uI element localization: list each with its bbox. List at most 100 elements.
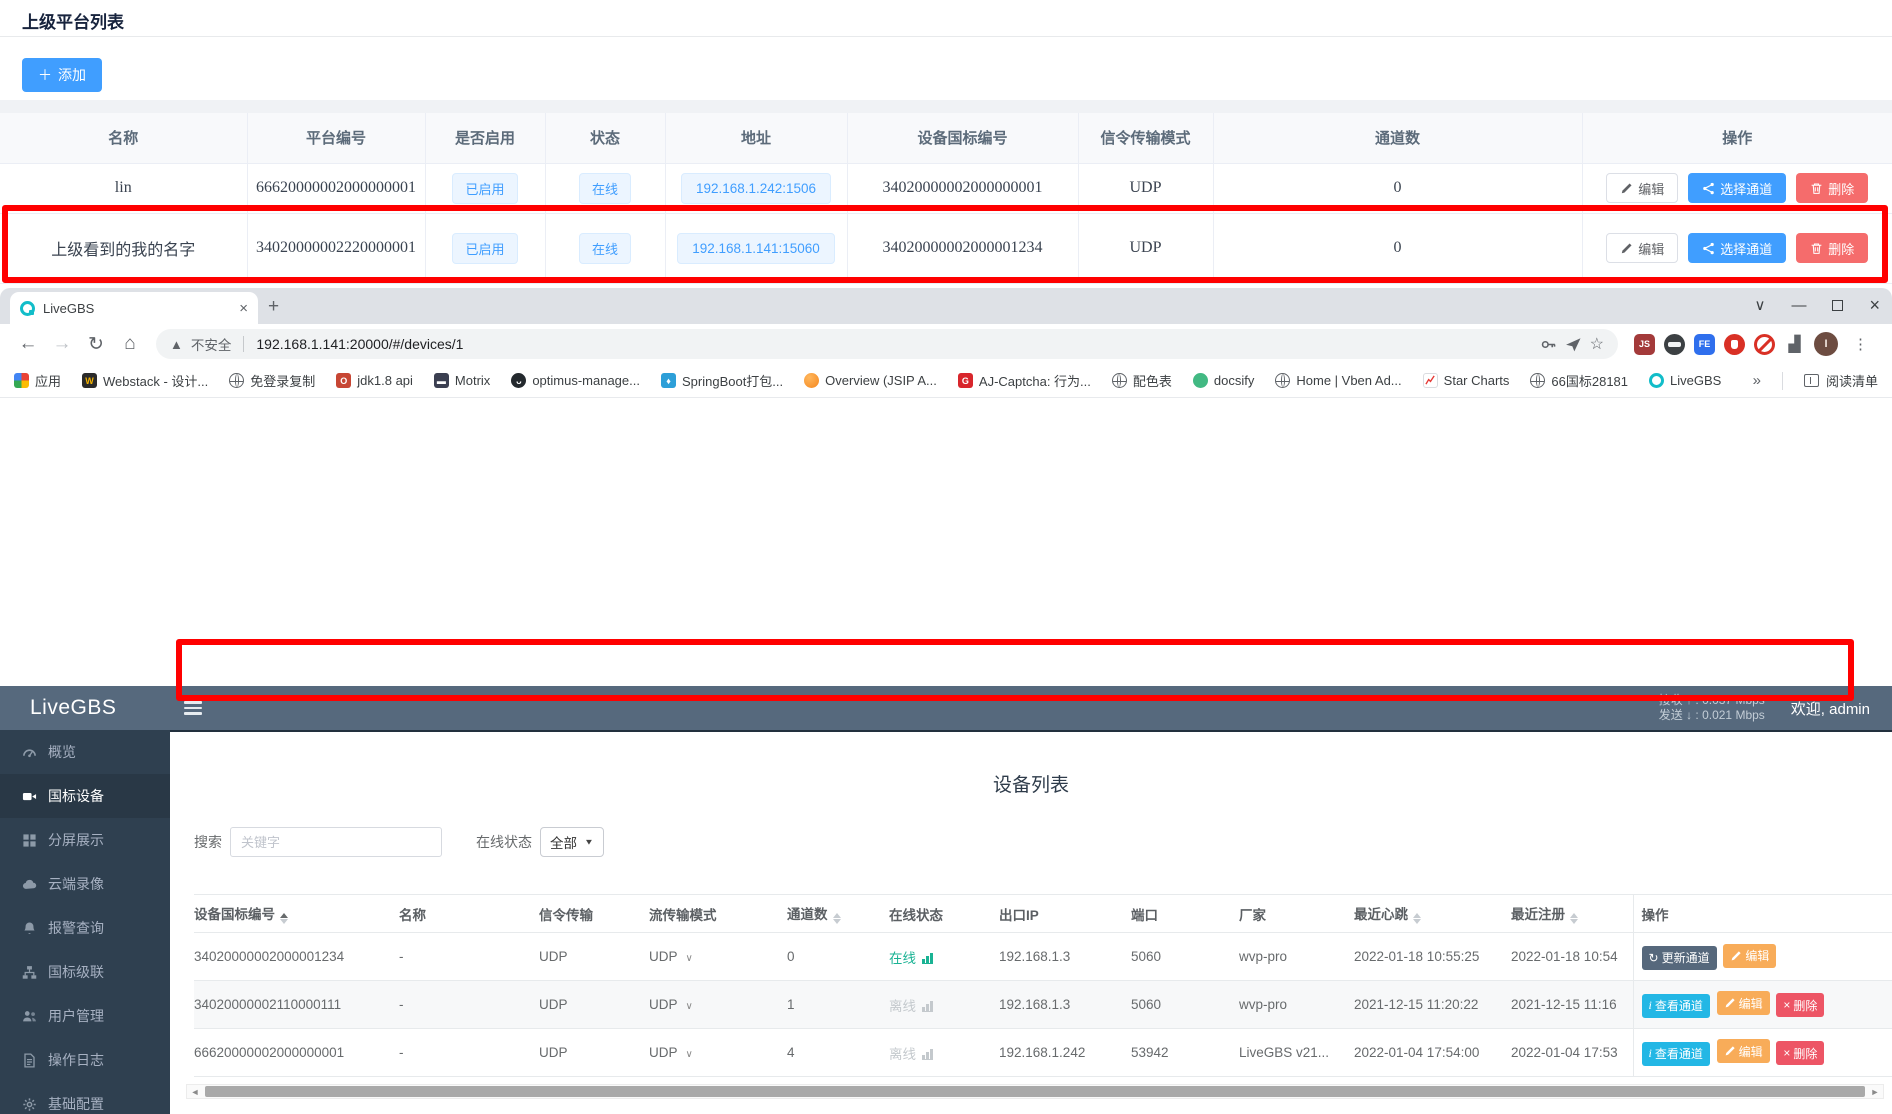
bookmark-apps[interactable]: 应用 — [14, 371, 61, 390]
bookmarks-overflow-chevron[interactable]: » — [1753, 372, 1761, 389]
edit-button[interactable]: 编辑 — [1606, 173, 1678, 203]
edit-button[interactable]: 编辑 — [1717, 991, 1770, 1015]
delete-button[interactable]: 删除 — [1796, 173, 1868, 203]
bookmark-star-charts[interactable]: Star Charts — [1423, 373, 1510, 388]
edit-button[interactable]: 编辑 — [1606, 233, 1678, 263]
bookmark-color-table[interactable]: 配色表 — [1112, 371, 1172, 390]
extension-incognito-icon[interactable] — [1664, 334, 1685, 355]
send-to-device-icon[interactable] — [1565, 336, 1582, 353]
view-channels-button[interactable]: i查看通道 — [1642, 1042, 1710, 1066]
close-window-button[interactable]: × — [1869, 296, 1880, 314]
col-registered[interactable]: 最近注册 — [1511, 895, 1633, 933]
bookmark-docsify[interactable]: docsify — [1193, 373, 1254, 388]
maximize-button[interactable] — [1832, 300, 1843, 311]
edit-button[interactable]: 编辑 — [1717, 1039, 1770, 1063]
scroll-right-icon[interactable]: ► — [1867, 1087, 1883, 1097]
security-label[interactable]: 不安全 — [191, 334, 232, 354]
hamburger-menu-icon[interactable] — [184, 701, 202, 715]
stream-mode-select[interactable]: UDP∨ — [649, 933, 787, 981]
bookmark-overview-jsip[interactable]: Overview (JSIP A... — [804, 373, 937, 388]
window-menu-chevron-icon[interactable]: ∨ — [1755, 298, 1766, 313]
delete-button[interactable]: ×删除 — [1776, 1041, 1824, 1065]
bookmark-aj-captcha[interactable]: GAJ-Captcha: 行为... — [958, 371, 1091, 390]
online-status-select[interactable]: 全部 ▼ — [540, 827, 604, 857]
password-key-icon[interactable] — [1540, 336, 1557, 353]
channel-count: 4 — [787, 1029, 889, 1077]
tab-livegbs[interactable]: LiveGBS × — [10, 292, 258, 324]
scrollbar-thumb[interactable] — [205, 1086, 1865, 1097]
sort-icon[interactable] — [280, 913, 288, 924]
add-button[interactable]: ＋ 添加 — [22, 58, 102, 92]
update-channels-button[interactable]: ↻更新通道 — [1642, 946, 1717, 970]
profile-avatar[interactable]: I — [1814, 332, 1838, 356]
device-table: 设备国标编号 名称 信令传输 流传输模式 通道数 在线状态 出口IP 端口 厂家… — [194, 894, 1892, 1077]
delete-button[interactable]: 删除 — [1796, 233, 1868, 263]
forward-button[interactable]: → — [48, 333, 76, 355]
extension-camera-block-icon[interactable] — [1754, 334, 1775, 355]
delete-button[interactable]: ×删除 — [1776, 993, 1824, 1017]
extension-fe-icon[interactable]: FE — [1694, 334, 1715, 355]
last-heartbeat: 2022-01-04 17:54:00 — [1354, 1029, 1511, 1077]
back-button[interactable]: ← — [14, 333, 42, 355]
device-ip: 192.168.1.3 — [999, 933, 1131, 981]
bookmark-star-icon[interactable]: ☆ — [1590, 334, 1604, 354]
sort-icon[interactable] — [1570, 913, 1578, 924]
extensions-puzzle-icon[interactable]: ▟ — [1784, 334, 1805, 355]
bookmark-optimus[interactable]: ᴗoptimus-manage... — [511, 373, 640, 388]
horizontal-scrollbar[interactable]: ◄ ► — [186, 1084, 1884, 1099]
bookmark-jdk-api[interactable]: Ojdk1.8 api — [336, 373, 413, 388]
address-badge[interactable]: 192.168.1.242:1506 — [681, 173, 831, 204]
col-heartbeat[interactable]: 最近心跳 — [1354, 895, 1511, 933]
reload-button[interactable]: ↻ — [82, 333, 110, 356]
sidebar-item-gb-devices[interactable]: 国标设备 — [0, 774, 170, 818]
sidebar-item-alarm-query[interactable]: 报警查询 — [0, 906, 170, 950]
bookmark-gb28181[interactable]: 66国标28181 — [1530, 371, 1628, 390]
bookmark-copy[interactable]: 免登录复制 — [229, 371, 315, 390]
bookmark-springboot[interactable]: ♦SpringBoot打包... — [661, 371, 783, 390]
springboot-icon: ♦ — [661, 373, 676, 388]
sidebar-item-cloud-recording[interactable]: 云端录像 — [0, 862, 170, 906]
edit-button[interactable]: 编辑 — [1723, 944, 1776, 968]
sidebar-item-user-management[interactable]: 用户管理 — [0, 994, 170, 1038]
sidebar-item-operation-log[interactable]: 操作日志 — [0, 1038, 170, 1082]
col-device-id[interactable]: 设备国标编号 — [194, 895, 399, 933]
col-channels[interactable]: 通道数 — [787, 895, 889, 933]
tab-close-icon[interactable]: × — [239, 300, 248, 317]
sidebar-item-basic-config[interactable]: 基础配置 — [0, 1082, 170, 1114]
stream-mode-select[interactable]: UDP∨ — [649, 1029, 787, 1077]
minimize-button[interactable]: — — [1791, 298, 1806, 313]
extension-js-icon[interactable]: JS — [1634, 334, 1655, 355]
col-signal-transport: 信令传输 — [539, 895, 649, 933]
extension-blocker-icon[interactable] — [1724, 334, 1745, 355]
view-channels-button[interactable]: i查看通道 — [1642, 994, 1710, 1018]
bookmark-livegbs[interactable]: LiveGBS — [1649, 373, 1721, 388]
bookmark-vben[interactable]: Home | Vben Ad... — [1275, 373, 1401, 388]
sidebar-item-gb-cascade[interactable]: 国标级联 — [0, 950, 170, 994]
new-tab-button[interactable]: + — [268, 296, 279, 318]
online-status: 在线 — [889, 951, 916, 966]
sidebar-item-split-screen[interactable]: 分屏展示 — [0, 818, 170, 862]
welcome-user[interactable]: 欢迎, admin — [1791, 698, 1870, 719]
sort-icon[interactable] — [833, 913, 841, 924]
browser-menu-icon[interactable]: ⋮ — [1847, 342, 1874, 347]
bar-chart-icon[interactable] — [922, 953, 933, 964]
stream-mode-select[interactable]: UDP∨ — [649, 981, 787, 1029]
bookmark-webstack[interactable]: WWebstack - 设计... — [82, 371, 208, 390]
home-button[interactable]: ⌂ — [116, 333, 144, 355]
scroll-left-icon[interactable]: ◄ — [187, 1087, 203, 1097]
address-badge[interactable]: 192.168.1.141:15060 — [677, 233, 835, 264]
sort-icon[interactable] — [1413, 913, 1421, 924]
url-text[interactable]: 192.168.1.141:20000/#/devices/1 — [256, 336, 1531, 352]
globe-icon — [229, 373, 244, 388]
enabled-badge[interactable]: 已启用 — [452, 173, 517, 204]
reading-list-button[interactable]: 阅读清单 — [1804, 371, 1878, 390]
search-input[interactable] — [230, 827, 442, 857]
app-logo[interactable]: LiveGBS — [0, 696, 170, 720]
bookmark-motrix[interactable]: ▬Motrix — [434, 373, 490, 388]
select-channel-button[interactable]: 选择通道 — [1688, 233, 1786, 263]
select-channel-button[interactable]: 选择通道 — [1688, 173, 1786, 203]
address-bar[interactable]: ▲ 不安全 192.168.1.141:20000/#/devices/1 ☆ — [156, 329, 1618, 359]
signal-transport: UDP — [539, 981, 649, 1029]
sidebar-item-overview[interactable]: 概览 — [0, 730, 170, 774]
enabled-badge[interactable]: 已启用 — [452, 233, 517, 264]
